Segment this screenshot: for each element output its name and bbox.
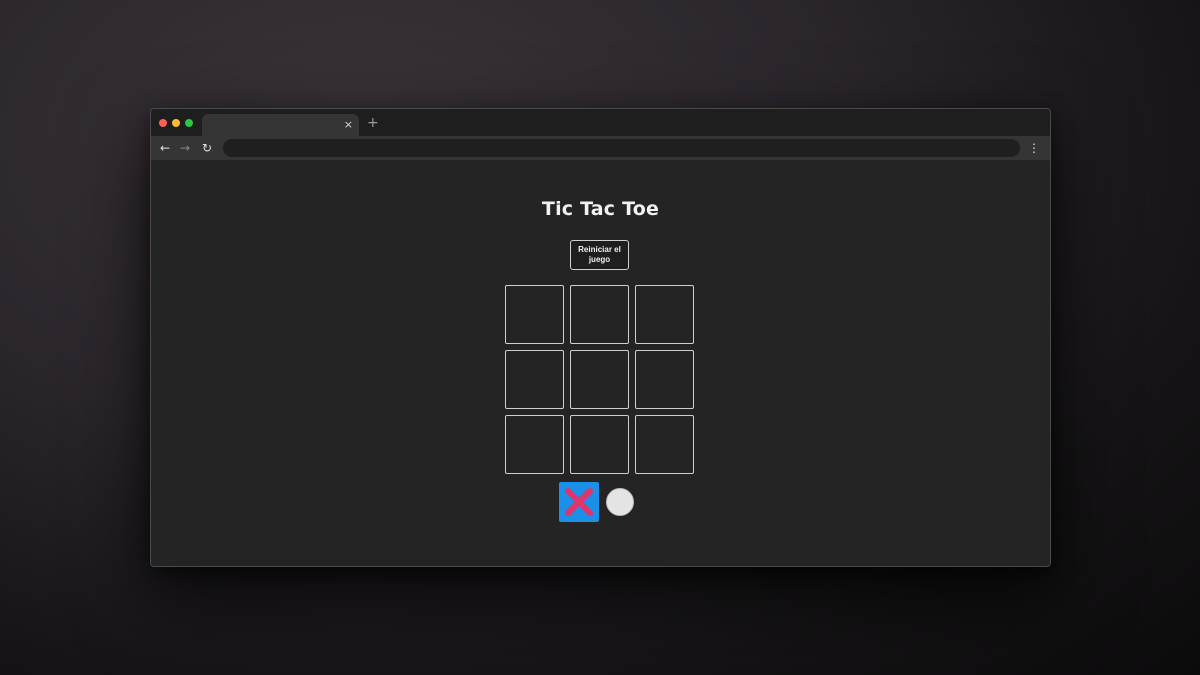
board-cell[interactable] <box>635 415 694 474</box>
browser-tab[interactable]: × <box>202 114 359 136</box>
board-cell[interactable] <box>635 350 694 409</box>
board-cell[interactable] <box>635 285 694 344</box>
page-content: Tic Tac Toe Reiniciar el juego <box>151 160 1050 566</box>
close-window-button[interactable] <box>159 119 167 127</box>
game-board <box>505 285 695 474</box>
minimize-window-button[interactable] <box>172 119 180 127</box>
page-title: Tic Tac Toe <box>541 198 660 220</box>
browser-toolbar: ← → ↻ ⋮ <box>151 136 1050 160</box>
board-cell[interactable] <box>505 415 564 474</box>
forward-arrow-icon[interactable]: → <box>180 139 190 157</box>
new-tab-icon[interactable]: + <box>367 115 379 131</box>
kebab-menu-icon[interactable]: ⋮ <box>1028 139 1040 157</box>
browser-window: × + ← → ↻ ⋮ Tic Tac Toe Reiniciar el jue… <box>150 108 1051 567</box>
tab-close-icon[interactable]: × <box>344 117 353 133</box>
back-arrow-icon[interactable]: ← <box>160 139 170 157</box>
turn-indicator-x <box>559 482 599 522</box>
reload-icon[interactable]: ↻ <box>202 139 212 157</box>
board-cell[interactable] <box>570 350 629 409</box>
board-cell[interactable] <box>570 285 629 344</box>
board-cell[interactable] <box>570 415 629 474</box>
reset-game-button[interactable]: Reiniciar el juego <box>570 240 629 270</box>
tab-strip: × + <box>151 109 1050 136</box>
address-bar[interactable] <box>223 139 1020 157</box>
turn-indicator-o <box>606 488 634 516</box>
board-cell[interactable] <box>505 350 564 409</box>
maximize-window-button[interactable] <box>185 119 193 127</box>
x-icon <box>565 488 593 516</box>
board-cell[interactable] <box>505 285 564 344</box>
